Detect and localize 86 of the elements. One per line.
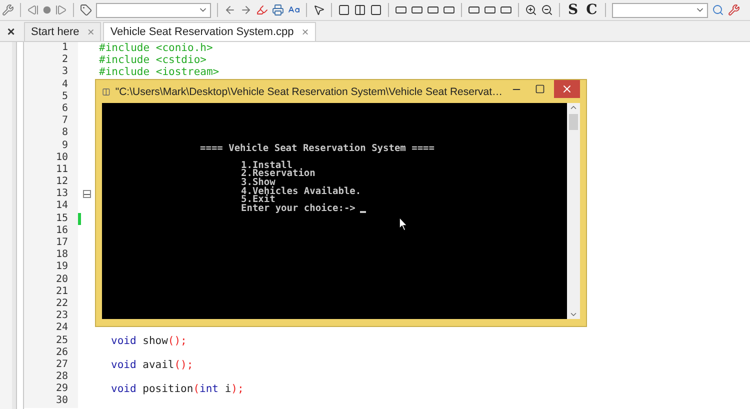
dropdown-field[interactable] — [612, 2, 708, 18]
line-number: 27 — [24, 358, 78, 372]
step-back-icon[interactable] — [27, 4, 39, 16]
line-number: 9 — [24, 140, 78, 152]
printer-icon[interactable] — [272, 4, 284, 16]
line-number: 14 — [24, 200, 78, 213]
line-number: 18 — [24, 249, 78, 262]
menu-option: 1.Install — [241, 162, 292, 170]
code-line: void avail(); — [110, 358, 194, 371]
tab-close-button[interactable]: × — [302, 25, 309, 39]
code-line: void show(); — [110, 334, 187, 347]
line-number: 5 — [24, 90, 78, 103]
pointer-icon[interactable] — [313, 4, 325, 16]
line-number: 19 — [24, 261, 78, 274]
rectangle-icon[interactable] — [500, 4, 512, 16]
arrow-left-icon[interactable] — [224, 4, 236, 16]
fold-toggle[interactable] — [83, 190, 91, 198]
maximize-icon — [534, 84, 545, 94]
line-number: 2 — [24, 54, 78, 66]
line-number: 23 — [24, 310, 78, 322]
close-icon — [560, 83, 573, 95]
line-number: 12 — [24, 176, 78, 188]
tab-label[interactable]: Vehicle Seat Reservation System.cpp — [110, 26, 294, 38]
scroll-down-icon — [569, 310, 578, 319]
console-prompt: Enter your choice:-> — [241, 205, 356, 214]
toolbar-text-button[interactable]: S — [566, 2, 580, 18]
code-line: #include <cstdio> — [98, 54, 206, 66]
rectangle-icon[interactable] — [427, 4, 439, 16]
rectangle-icon[interactable] — [468, 4, 480, 16]
line-number: 21 — [24, 286, 78, 298]
line-number: 7 — [24, 115, 78, 128]
line-number: 1 — [24, 42, 78, 54]
line-number: 30 — [24, 395, 78, 408]
close-button[interactable]: × — [7, 24, 15, 38]
editor-tab[interactable]: Vehicle Seat Reservation System.cpp × — [103, 22, 316, 41]
search-icon[interactable] — [712, 4, 724, 16]
window-title: "C:\Users\Mark\Desktop\Vehicle Seat Reservation System\Vehicle Seat Reservat… — [115, 86, 502, 98]
menu-option: 5.Exit — [241, 196, 276, 206]
scrollbar[interactable] — [567, 103, 580, 319]
window-icon — [102, 86, 110, 98]
line-number: 29 — [24, 383, 78, 396]
line-number: 15 — [24, 212, 78, 225]
line-number: 4 — [24, 78, 78, 91]
highlighter-icon[interactable] — [256, 4, 268, 16]
arrow-right-icon[interactable] — [240, 4, 252, 16]
console-heading: ==== Vehicle Seat Reservation System ==== — [200, 145, 434, 154]
line-number: 24 — [24, 322, 78, 334]
mouse-pointer-icon — [399, 217, 408, 231]
line-number: 26 — [24, 346, 78, 359]
toolbar-text-button[interactable]: C — [584, 2, 600, 18]
line-number: 17 — [24, 237, 78, 250]
line-number: 6 — [24, 102, 78, 116]
wrench-icon[interactable] — [2, 4, 14, 16]
rectangle-icon[interactable] — [395, 4, 407, 16]
rectangle-icon[interactable] — [411, 4, 423, 16]
circle-icon[interactable] — [43, 6, 51, 14]
scroll-up-icon — [569, 103, 578, 112]
code-line: #include <conio.h> — [98, 42, 213, 54]
rectangle-icon[interactable] — [443, 4, 455, 16]
editor-tab[interactable]: Start here × — [24, 22, 102, 41]
zoom-out-icon[interactable] — [541, 4, 553, 16]
scroll-thumb[interactable] — [569, 114, 578, 130]
line-number: 16 — [24, 224, 78, 237]
columns-icon[interactable] — [354, 4, 366, 16]
tab-label[interactable]: Start here — [31, 26, 80, 38]
line-number: 11 — [24, 164, 78, 176]
line-number: 20 — [24, 274, 78, 286]
line-number: 22 — [24, 298, 78, 310]
line-number: 10 — [24, 152, 78, 164]
code-line: void position(int i); — [110, 383, 244, 396]
line-number: 28 — [24, 371, 78, 384]
tag-icon[interactable] — [80, 4, 92, 16]
wrench-icon[interactable] — [728, 4, 740, 16]
line-number: 3 — [24, 66, 78, 79]
line-number: 8 — [24, 127, 78, 140]
square-icon[interactable] — [370, 4, 382, 16]
dropdown-field[interactable] — [96, 2, 211, 18]
line-number: 13 — [24, 188, 78, 200]
line-number: 25 — [24, 334, 78, 347]
zoom-in-icon[interactable] — [525, 4, 537, 16]
step-forward-icon[interactable] — [55, 4, 67, 16]
text-cursor — [360, 210, 366, 213]
close-button[interactable] — [554, 80, 580, 98]
square-icon[interactable] — [338, 4, 350, 16]
rectangle-icon[interactable] — [484, 4, 496, 16]
code-line: #include <iostream> — [98, 66, 220, 78]
